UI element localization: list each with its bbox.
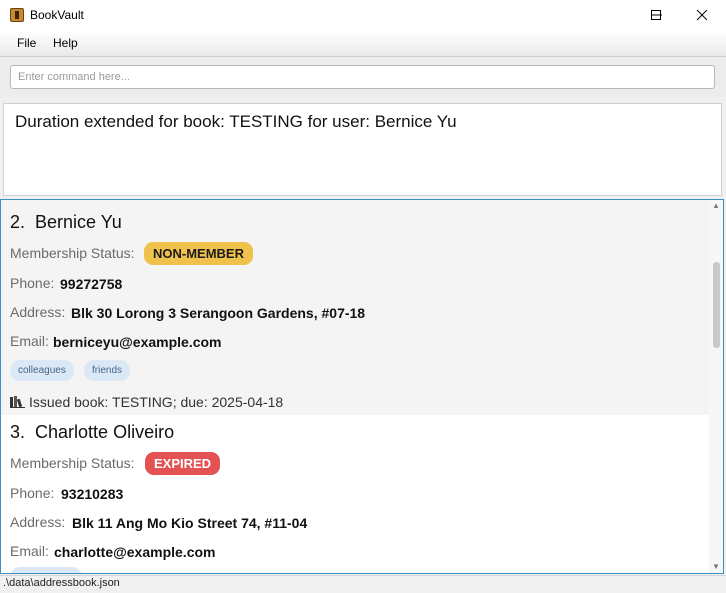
command-area — [0, 57, 726, 97]
status-badge: NON-MEMBER — [144, 242, 253, 265]
person-name: 3. Charlotte Oliveiro — [10, 422, 174, 443]
status-file-path: .\data\addressbook.json — [3, 577, 120, 589]
status-bar: .\data\addressbook.json — [0, 575, 726, 593]
menu-bar: File Help — [0, 31, 726, 57]
list-scrollbar[interactable]: ▲ ▼ — [709, 200, 723, 573]
tag-chip: friends — [84, 360, 131, 381]
person-name-text: Bernice Yu — [35, 212, 122, 232]
person-index: 3. — [10, 422, 26, 442]
close-button[interactable] — [679, 0, 725, 31]
menu-help[interactable]: Help — [53, 36, 78, 50]
address-value: Blk 30 Lorong 3 Serangoon Gardens, #07-1… — [71, 305, 366, 321]
phone-value: 93210283 — [61, 486, 124, 502]
result-display: Duration extended for book: TESTING for … — [3, 103, 722, 196]
person-card[interactable]: 2. Bernice Yu Membership Status: NON-MEM… — [1, 200, 709, 415]
window-title: BookVault — [30, 8, 84, 22]
email-label: Email: — [10, 333, 49, 349]
address-label: Address: — [10, 514, 66, 530]
membership-label: Membership Status: — [10, 455, 135, 471]
app-icon — [10, 8, 24, 22]
tag-chip: colleagues — [10, 360, 74, 381]
phone-label: Phone: — [10, 275, 55, 291]
scroll-thumb[interactable] — [713, 262, 720, 348]
person-name-text: Charlotte Oliveiro — [35, 422, 175, 442]
books-icon — [10, 396, 25, 408]
status-badge: EXPIRED — [145, 452, 221, 475]
result-message: Duration extended for book: TESTING for … — [15, 112, 457, 131]
person-name: 2. Bernice Yu — [10, 212, 122, 233]
scroll-down-icon[interactable]: ▼ — [712, 562, 720, 571]
phone-value: 99272758 — [60, 276, 123, 292]
address-label: Address: — [10, 304, 66, 320]
scroll-up-icon[interactable]: ▲ — [712, 201, 720, 210]
email-value: charlotte@example.com — [54, 544, 216, 560]
email-value: berniceyu@example.com — [53, 334, 222, 350]
membership-label: Membership Status: — [10, 245, 135, 261]
person-index: 2. — [10, 212, 26, 232]
issued-book: Issued book: TESTING; due: 2025-04-18 — [29, 394, 284, 410]
phone-label: Phone: — [10, 485, 55, 501]
minimize-button-area — [588, 0, 634, 31]
address-value: Blk 11 Ang Mo Kio Street 74, #11-04 — [72, 515, 308, 531]
app-window: BookVault File Help Duration extended fo… — [0, 0, 726, 593]
title-bar: BookVault — [0, 0, 726, 31]
person-list[interactable]: 2. Bernice Yu Membership Status: NON-MEM… — [0, 199, 724, 574]
maximize-icon — [651, 10, 661, 20]
command-input[interactable] — [10, 65, 715, 89]
maximize-button[interactable] — [633, 0, 679, 31]
close-icon — [696, 9, 708, 21]
email-label: Email: — [10, 543, 49, 559]
menu-file[interactable]: File — [17, 36, 36, 50]
person-card[interactable]: 3. Charlotte Oliveiro Membership Status:… — [1, 415, 709, 573]
tag-chip — [10, 567, 82, 573]
